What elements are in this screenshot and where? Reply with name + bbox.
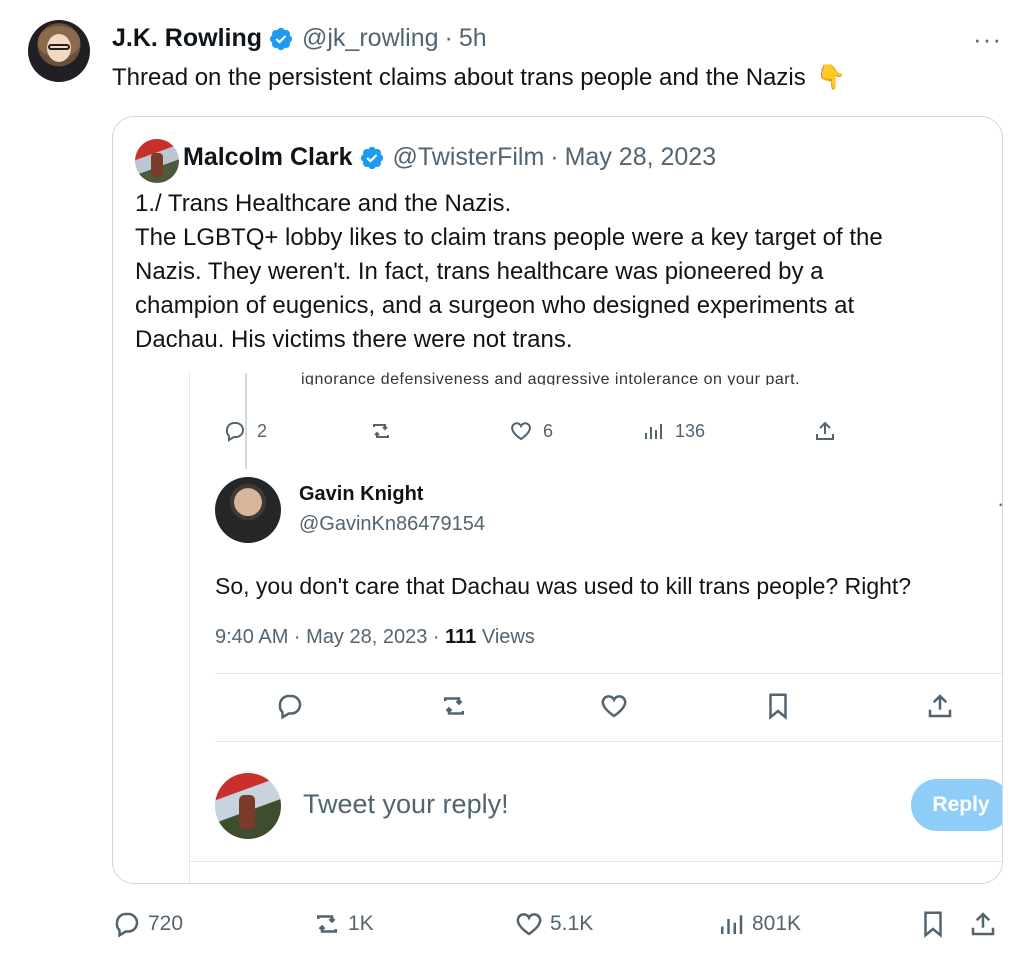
reply-views-count: 111 bbox=[445, 626, 477, 648]
like-icon bbox=[511, 422, 531, 441]
pointing-down-emoji: 👇 bbox=[816, 64, 847, 91]
author-handle[interactable]: @jk_rowling bbox=[302, 24, 439, 53]
image-edge bbox=[189, 373, 190, 883]
quoted-author-avatar[interactable] bbox=[135, 139, 179, 183]
screenshot-action-bar: 2 6 136 bbox=[189, 419, 1002, 449]
like-icon bbox=[601, 695, 627, 718]
quoted-text-line: The LGBTQ+ lobby likes to claim trans pe… bbox=[135, 224, 883, 251]
tweet-text-body: Thread on the persistent claims about tr… bbox=[112, 64, 806, 91]
reply-views-label: Views bbox=[476, 626, 535, 648]
quoted-text-line: Dachau. His victims there were not trans… bbox=[135, 326, 573, 353]
screenshot-reply-stat: 2 bbox=[223, 419, 267, 443]
bookmark-icon bbox=[769, 693, 787, 720]
reply-icon bbox=[225, 422, 244, 442]
screenshot-views-stat: 136 bbox=[641, 419, 705, 443]
separator-dot: · bbox=[550, 143, 559, 171]
bookmark-icon bbox=[924, 911, 942, 938]
attached-screenshot-image[interactable]: ignorance defensiveness and aggressive i… bbox=[189, 371, 1002, 883]
reply-icon bbox=[278, 694, 302, 720]
cut-off-text: ignorance defensiveness and aggressive i… bbox=[301, 371, 800, 385]
reply-count: 720 bbox=[148, 912, 184, 935]
more-icon[interactable]: ··· bbox=[973, 24, 1002, 55]
reply-button: Reply bbox=[911, 779, 1002, 831]
screenshot-like-stat: 6 bbox=[509, 419, 553, 443]
tweet-time[interactable]: 5h bbox=[459, 24, 487, 53]
reply-composer-avatar bbox=[215, 773, 281, 839]
retweet-icon bbox=[444, 697, 464, 715]
quoted-author-handle[interactable]: @TwisterFilm bbox=[393, 143, 545, 172]
tweet-header: J.K. Rowling @jk_rowling · 5h bbox=[112, 24, 487, 53]
views-count: 801K bbox=[752, 912, 802, 935]
like-count: 5.1K bbox=[550, 912, 594, 935]
separator-dot: · bbox=[444, 24, 453, 52]
more-icon: · bbox=[997, 491, 1002, 517]
share-icon bbox=[971, 912, 995, 936]
screenshot-retweet-stat bbox=[369, 419, 403, 443]
retweet-button[interactable]: 1K bbox=[312, 906, 374, 942]
share-icon bbox=[816, 421, 834, 440]
retweet-count: 1K bbox=[348, 912, 374, 935]
divider bbox=[215, 741, 1002, 742]
tweet-text: Thread on the persistent claims about tr… bbox=[112, 62, 846, 94]
reply-author-name: Gavin Knight bbox=[299, 483, 424, 505]
verified-badge-icon bbox=[360, 146, 383, 169]
bookmark-button[interactable] bbox=[918, 906, 954, 942]
reply-meta: 9:40 AM · May 28, 2023 · 111 Views bbox=[215, 626, 535, 649]
views-button[interactable]: 801K bbox=[716, 906, 801, 942]
like-icon bbox=[516, 913, 542, 936]
screenshot-views-count: 136 bbox=[675, 420, 706, 441]
retweet-icon bbox=[373, 424, 389, 438]
reply-icon bbox=[115, 912, 139, 938]
screenshot-share-stat bbox=[813, 419, 847, 443]
share-icon bbox=[928, 694, 952, 718]
quoted-text: 1./ Trans Healthcare and the Nazis. The … bbox=[135, 187, 985, 357]
views-icon bbox=[721, 915, 743, 934]
like-button[interactable]: 5.1K bbox=[514, 906, 593, 942]
reply-button[interactable]: 720 bbox=[112, 906, 183, 942]
quoted-tweet[interactable]: Malcolm Clark @TwisterFilm · May 28, 202… bbox=[112, 116, 1003, 884]
screenshot-detail-actions bbox=[189, 691, 1002, 731]
quoted-text-line: Nazis. They weren't. In fact, trans heal… bbox=[135, 258, 824, 285]
quoted-header: Malcolm Clark @TwisterFilm · May 28, 202… bbox=[183, 143, 716, 172]
author-avatar[interactable] bbox=[28, 20, 90, 82]
reply-author-avatar bbox=[215, 477, 281, 543]
tweet-action-bar: 720 1K 5.1K 801K bbox=[112, 906, 1012, 946]
quoted-text-line: champion of eugenics, and a surgeon who … bbox=[135, 292, 855, 319]
views-icon bbox=[645, 424, 662, 439]
reply-input-placeholder: Tweet your reply! bbox=[303, 789, 509, 819]
share-button[interactable] bbox=[968, 906, 1004, 942]
screenshot-reply-count: 2 bbox=[257, 420, 268, 441]
screenshot-like-count: 6 bbox=[543, 420, 554, 441]
quoted-date: May 28, 2023 bbox=[564, 143, 717, 171]
quoted-text-line: 1./ Trans Healthcare and the Nazis. bbox=[135, 190, 512, 217]
reply-text: So, you don't care that Dachau was used … bbox=[215, 573, 912, 599]
quoted-author-name[interactable]: Malcolm Clark bbox=[183, 143, 353, 172]
author-name[interactable]: J.K. Rowling bbox=[112, 24, 262, 53]
retweet-icon bbox=[317, 915, 337, 933]
reply-timestamp: 9:40 AM · May 28, 2023 · bbox=[215, 626, 446, 648]
reply-author-handle: @GavinKn86479154 bbox=[299, 513, 485, 535]
divider bbox=[189, 861, 1002, 862]
divider bbox=[215, 673, 1002, 674]
verified-badge-icon bbox=[269, 27, 293, 50]
